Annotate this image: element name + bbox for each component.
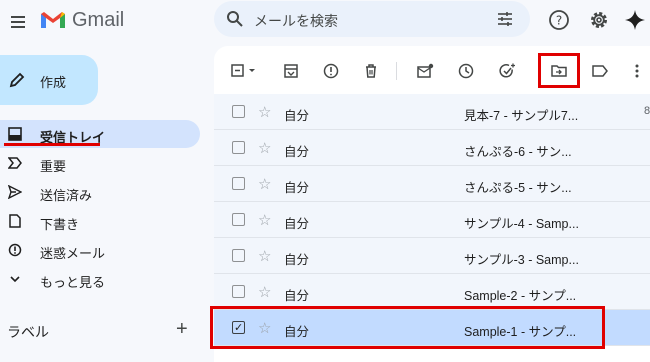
search-icon[interactable] [226, 10, 244, 28]
row-checkbox[interactable] [232, 105, 245, 118]
subject: さんぷる-5 - サン... [464, 181, 572, 195]
message-row[interactable]: ☆ 自分 Sample-2 - サンプ... [214, 274, 650, 310]
add-task-icon[interactable] [498, 62, 516, 80]
settings-gear-icon[interactable] [588, 9, 610, 31]
svg-text:?: ? [556, 14, 562, 28]
move-to-highlight-box [538, 53, 580, 88]
row-checkbox[interactable] [232, 285, 245, 298]
subject: サンプル-3 - Samp... [464, 253, 579, 267]
sender: 自分 [284, 145, 310, 159]
sidebar-item-label: もっと見る [40, 275, 106, 290]
list-toolbar [214, 46, 650, 94]
chevron-down-icon [10, 276, 20, 283]
sidebar-item-important[interactable]: 重要 [0, 149, 200, 178]
subject: 見本-7 - サンプル7... [464, 109, 579, 123]
subject: Sample-2 - サンプ... [464, 289, 577, 303]
archive-icon[interactable] [282, 62, 300, 80]
sidebar-item-label: 送信済み [40, 188, 93, 203]
inbox-icon [8, 127, 22, 141]
mark-unread-icon[interactable] [416, 62, 434, 80]
message-row[interactable]: ☆ 自分 サンプル-3 - Samp... [214, 238, 650, 274]
sent-icon [8, 185, 22, 199]
snooze-icon[interactable] [457, 62, 475, 80]
report-spam-icon[interactable] [322, 62, 340, 80]
spam-icon [8, 243, 22, 257]
star-icon[interactable]: ☆ [258, 211, 271, 229]
star-icon[interactable]: ☆ [258, 283, 271, 301]
star-icon[interactable]: ☆ [258, 103, 271, 121]
inbox-highlight-underline [4, 143, 100, 146]
labels-heading: ラベル [7, 324, 49, 340]
help-icon[interactable]: ? [548, 9, 570, 31]
delete-icon[interactable] [362, 62, 380, 80]
sender: 自分 [284, 289, 310, 303]
sidebar-item-label: 重要 [40, 159, 67, 174]
row-extra: 8 [644, 105, 650, 117]
gmail-logo[interactable]: Gmail [40, 8, 124, 32]
search-placeholder[interactable]: メールを検索 [254, 11, 338, 31]
message-row[interactable]: ☆ 自分 サンプル-4 - Samp... [214, 202, 650, 238]
selected-row-highlight-box [210, 306, 605, 349]
subject: サンプル-4 - Samp... [464, 217, 579, 231]
sidebar-item-drafts[interactable]: 下書き [0, 207, 200, 236]
subject: さんぷる-6 - サン... [464, 145, 572, 159]
important-icon [8, 157, 22, 169]
gemini-sparkle-icon[interactable] [624, 9, 646, 31]
pencil-icon [9, 72, 25, 88]
toolbar-divider [396, 62, 397, 80]
add-label-button[interactable]: + [176, 318, 188, 341]
sidebar-item-label: 迷惑メール [40, 246, 106, 261]
compose-button[interactable]: 作成 [0, 55, 98, 105]
sidebar-item-more[interactable]: もっと見る [0, 265, 200, 294]
draft-icon [9, 214, 21, 228]
message-row[interactable]: ☆ 自分 見本-7 - サンプル7... 8 [214, 94, 650, 130]
sidebar-item-spam[interactable]: 迷惑メール [0, 236, 200, 265]
gmail-m-icon [41, 12, 65, 28]
message-row[interactable]: ☆ 自分 さんぷる-6 - サン... [214, 130, 650, 166]
star-icon[interactable]: ☆ [258, 139, 271, 157]
star-icon[interactable]: ☆ [258, 247, 271, 265]
top-header: Gmail メールを検索 ? [0, 0, 650, 44]
row-checkbox[interactable] [232, 141, 245, 154]
compose-label: 作成 [40, 75, 67, 90]
row-checkbox[interactable] [232, 213, 245, 226]
main-menu-icon[interactable] [4, 8, 32, 36]
sidebar-nav: 受信トレイ 重要 送信済み 下書き 迷惑メール もっと見る [0, 120, 200, 294]
sidebar-item-label: 下書き [40, 217, 80, 232]
search-options-icon[interactable] [496, 10, 514, 28]
sender: 自分 [284, 253, 310, 267]
sender: 自分 [284, 109, 310, 123]
row-checkbox[interactable] [232, 177, 245, 190]
sender: 自分 [284, 181, 310, 195]
message-row[interactable]: ☆ 自分 さんぷる-5 - サン... [214, 166, 650, 202]
sidebar-item-sent[interactable]: 送信済み [0, 178, 200, 207]
row-checkbox[interactable] [232, 249, 245, 262]
gmail-window: Gmail メールを検索 ? 作成 受信トレイ 重要 送信済み 下書き 迷惑メー… [0, 0, 650, 362]
more-vert-icon[interactable] [628, 62, 646, 80]
select-checkbox-icon[interactable] [230, 62, 260, 80]
star-icon[interactable]: ☆ [258, 175, 271, 193]
label-icon[interactable] [591, 62, 609, 80]
sender: 自分 [284, 217, 310, 231]
search-bar[interactable]: メールを検索 [214, 1, 530, 37]
app-name: Gmail [72, 8, 125, 31]
